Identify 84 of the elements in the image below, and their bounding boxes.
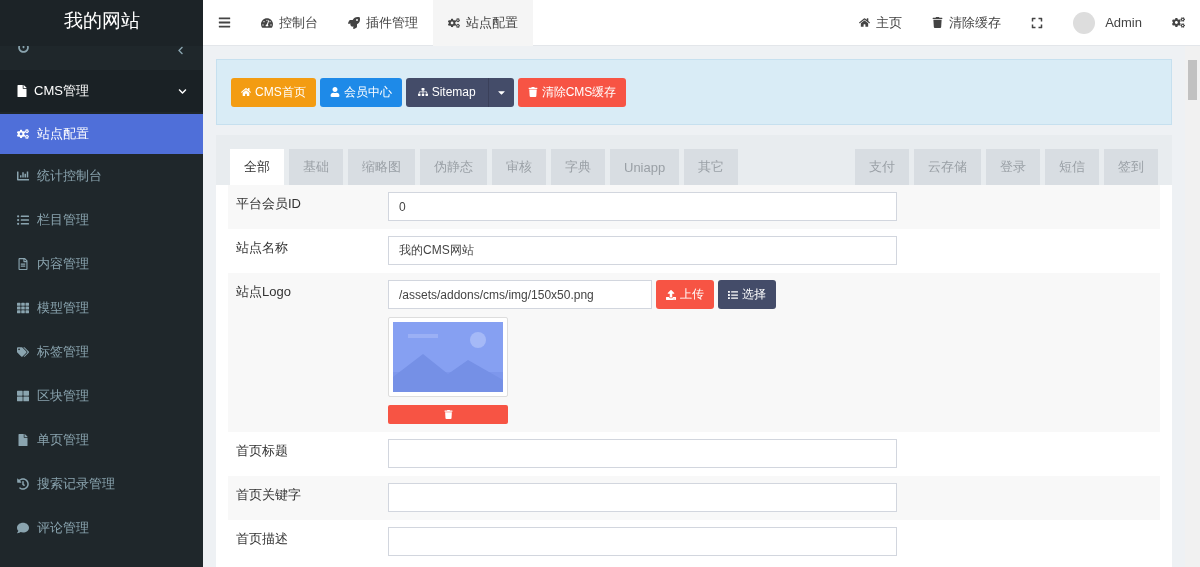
sidebar-item[interactable]: 栏目管理 <box>0 198 203 242</box>
sidebar-group[interactable]: CMS管理 <box>0 70 203 112</box>
field-label: 首页描述 <box>236 530 289 548</box>
sidebar-item[interactable]: 评论管理 <box>0 506 203 550</box>
nav-icon <box>261 16 273 29</box>
sidebar-item[interactable]: 站点配置 <box>0 114 203 154</box>
settings-icon <box>1172 16 1185 29</box>
input-field[interactable] <box>388 527 897 556</box>
sidebar-item-label: 内容管理 <box>37 255 89 273</box>
menu-icon <box>17 128 29 140</box>
menu-icon <box>17 214 29 226</box>
nav-link[interactable]: 主页 <box>844 0 918 46</box>
input-field[interactable]: 0 <box>388 192 897 221</box>
sidebar-item-label: 模型管理 <box>37 299 89 317</box>
nav-tab-label: 插件管理 <box>366 13 418 32</box>
upload-button[interactable]: 上传 <box>656 280 714 309</box>
sidebar-item-label: 标签管理 <box>37 343 89 361</box>
expand-icon <box>1031 16 1044 29</box>
sidebar-item-label: 区块管理 <box>37 387 89 405</box>
action-button[interactable]: Sitemap <box>405 77 488 107</box>
button-icon <box>527 87 538 97</box>
user-name: Admin <box>1105 15 1142 30</box>
input-field[interactable] <box>388 439 897 468</box>
choose-button[interactable]: 选择 <box>718 280 776 309</box>
nav-link-label: 主页 <box>876 13 903 32</box>
nav-tab[interactable]: 站点配置 <box>433 0 533 46</box>
user-menu[interactable]: Admin <box>1058 0 1157 46</box>
tab[interactable]: 全部 <box>230 149 284 185</box>
field-label: 首页标题 <box>236 442 289 460</box>
trash-icon <box>932 17 944 28</box>
input-field[interactable]: 我的CMS网站 <box>388 236 897 265</box>
menu-icon <box>17 346 29 358</box>
action-button[interactable]: 会员中心 <box>319 77 402 107</box>
sidebar-item-label: 统计控制台 <box>37 167 102 185</box>
sidebar-item[interactable]: 单页管理 <box>0 418 203 462</box>
home-icon <box>859 17 871 28</box>
button-icon <box>417 87 428 97</box>
sidebar-item[interactable]: 标签管理 <box>0 330 203 374</box>
site-title: 我的网站 <box>0 0 203 46</box>
menu-icon <box>218 16 231 29</box>
menu-icon <box>17 390 29 402</box>
button-icon <box>241 87 251 97</box>
nav-tab[interactable]: 控制台 <box>246 0 333 46</box>
dropdown-button[interactable] <box>487 77 514 107</box>
menu-icon <box>17 434 29 446</box>
sidebar-item[interactable]: 内容管理 <box>0 242 203 286</box>
sidebar-item[interactable]: 统计控制台 <box>0 154 203 198</box>
trash-icon <box>443 410 453 419</box>
nav-link[interactable]: 清除缓存 <box>917 0 1017 46</box>
avatar <box>1073 11 1096 34</box>
nav-tab[interactable]: 插件管理 <box>333 0 433 46</box>
sidebar-item[interactable]: 区块管理 <box>0 374 203 418</box>
delete-button[interactable] <box>388 405 508 424</box>
sidebar-item-label: 单页管理 <box>37 431 89 449</box>
input-field[interactable] <box>388 483 897 512</box>
action-button[interactable]: 清除CMS缓存 <box>517 77 627 107</box>
field-label: 首页关键字 <box>236 486 302 504</box>
sidebar-item-label: 评论管理 <box>37 519 89 537</box>
menu-icon <box>17 522 29 534</box>
upload-icon <box>666 289 676 300</box>
sidebar-item[interactable]: 模型管理 <box>0 286 203 330</box>
sidebar-item-label: 站点配置 <box>37 125 89 143</box>
sidebar-item[interactable]: 搜索记录管理 <box>0 462 203 506</box>
menu-icon <box>17 258 29 270</box>
nav-tab-label: 站点配置 <box>466 13 518 32</box>
chevron-left-icon <box>176 46 185 55</box>
field-label: 平台会员ID <box>236 195 302 213</box>
sidebar-group-label: CMS管理 <box>34 82 90 100</box>
nav-icon <box>348 16 360 29</box>
nav-tab-label: 控制台 <box>279 13 318 32</box>
chevron-down-icon <box>178 86 187 96</box>
menu-icon <box>17 478 29 490</box>
nav-icon <box>448 16 460 29</box>
menu-icon <box>17 170 29 182</box>
input-field[interactable]: /assets/addons/cms/img/150x50.png <box>388 280 652 309</box>
menu-icon <box>17 302 29 314</box>
nav-link-label: 清除缓存 <box>949 13 1002 32</box>
file-icon <box>16 85 28 97</box>
field-label: 站点Logo <box>236 283 292 301</box>
sidebar-item-label: 搜索记录管理 <box>37 475 115 493</box>
list-icon <box>728 289 738 300</box>
sidebar-item-label: 栏目管理 <box>37 211 89 229</box>
button-icon <box>329 87 340 97</box>
field-label: 站点名称 <box>236 239 289 257</box>
